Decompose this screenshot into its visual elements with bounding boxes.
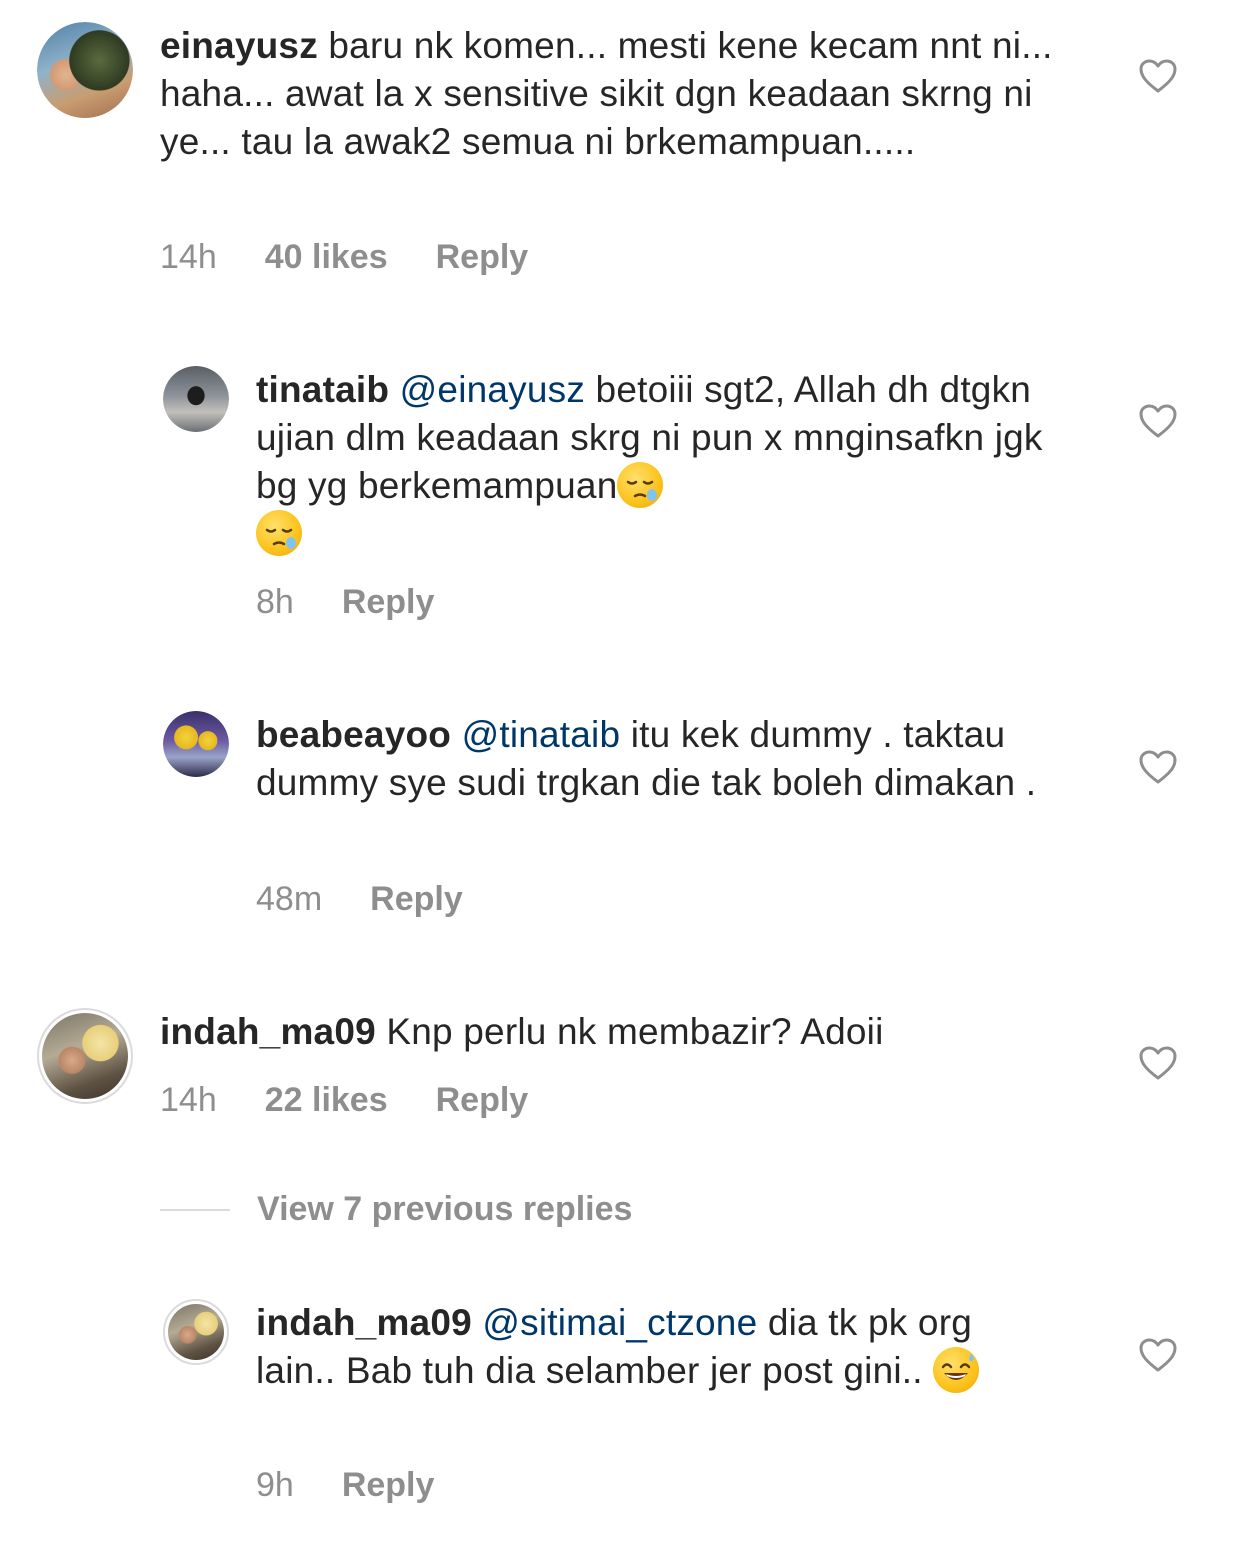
grinning-sweat-face-icon: [933, 1347, 980, 1393]
reply-button[interactable]: Reply: [436, 238, 529, 277]
avatar[interactable]: [163, 1299, 229, 1365]
comment-time: 48m: [256, 880, 323, 918]
comment-username[interactable]: tinataib: [256, 369, 389, 410]
comment-username[interactable]: indah_ma09: [160, 1011, 376, 1052]
mention-link[interactable]: @einayusz: [400, 369, 585, 410]
reply-button[interactable]: Reply: [342, 583, 435, 622]
comment-likes[interactable]: 40 likes: [265, 238, 388, 277]
comment-text: indah_ma09 @sitimai_ctzone dia tk pk org…: [256, 1299, 1056, 1395]
mention-link[interactable]: @sitimai_ctzone: [482, 1302, 757, 1343]
comment-meta: 14h 40 likes Reply: [160, 238, 576, 277]
sleepy-face-icon: [617, 462, 664, 508]
comment-username[interactable]: einayusz: [160, 25, 318, 66]
reply-button[interactable]: Reply: [370, 880, 463, 919]
heart-outline-icon[interactable]: [1138, 1045, 1178, 1081]
sleepy-face-icon: [256, 510, 302, 556]
mention-link[interactable]: @tinataib: [462, 714, 621, 755]
comment-time: 14h: [160, 238, 217, 276]
view-previous-replies-label[interactable]: View 7 previous replies: [257, 1190, 632, 1229]
comment-time: 8h: [256, 583, 294, 621]
comment-meta: 14h 22 likes Reply: [160, 1081, 576, 1120]
heart-outline-icon[interactable]: [1138, 749, 1178, 785]
comment-text: beabeayoo @tinataib itu kek dummy . takt…: [256, 711, 1056, 807]
reply-button[interactable]: Reply: [436, 1081, 529, 1120]
divider: [160, 1209, 230, 1211]
comment-body: Knp perlu nk membazir? Adoii: [386, 1011, 884, 1052]
avatar[interactable]: [163, 366, 229, 432]
comment-text: tinataib @einayusz betoiii sgt2, Allah d…: [256, 366, 1056, 558]
avatar[interactable]: [37, 1008, 133, 1104]
heart-outline-icon[interactable]: [1138, 58, 1178, 94]
heart-outline-icon[interactable]: [1138, 1337, 1178, 1373]
comment-username[interactable]: beabeayoo: [256, 714, 451, 755]
comment-meta: 8h Reply: [256, 583, 482, 622]
comment-meta: 48m Reply: [256, 880, 511, 919]
comment-username[interactable]: indah_ma09: [256, 1302, 472, 1343]
avatar[interactable]: [163, 711, 229, 777]
comment-time: 14h: [160, 1081, 217, 1119]
avatar[interactable]: [37, 22, 133, 118]
comment-time: 9h: [256, 1466, 294, 1504]
comment-text: indah_ma09 Knp perlu nk membazir? Adoii: [160, 1008, 1060, 1056]
reply-button[interactable]: Reply: [342, 1466, 435, 1505]
comment-likes[interactable]: 22 likes: [265, 1081, 388, 1120]
comment-text: einayusz baru nk komen... mesti kene kec…: [160, 22, 1060, 166]
comment-meta: 9h Reply: [256, 1466, 482, 1505]
heart-outline-icon[interactable]: [1138, 403, 1178, 439]
